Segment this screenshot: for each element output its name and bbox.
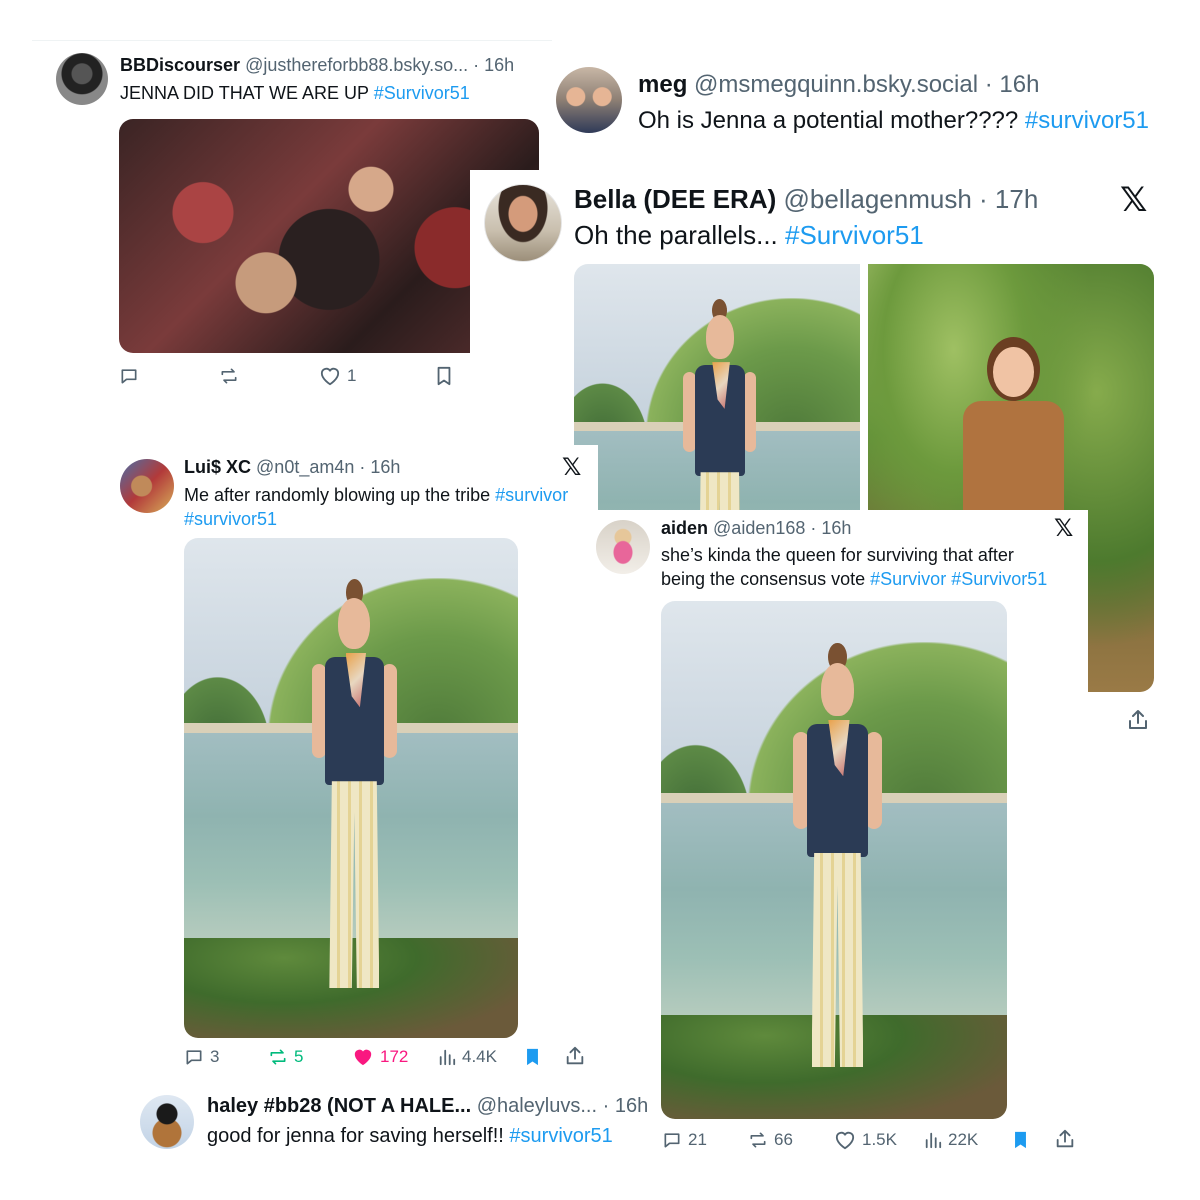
share-icon xyxy=(1056,1129,1074,1148)
reply-count: 21 xyxy=(688,1130,707,1149)
timestamp[interactable]: · 17h xyxy=(979,184,1038,214)
repost-button[interactable]: 66 xyxy=(748,1130,793,1150)
repost-count: 5 xyxy=(294,1047,304,1066)
avatar[interactable] xyxy=(120,459,174,513)
reply-button[interactable]: 21 xyxy=(662,1130,707,1150)
timestamp[interactable]: · 16h xyxy=(603,1095,649,1117)
heart-filled-icon xyxy=(354,1049,372,1066)
like-count: 1 xyxy=(347,366,357,385)
hashtag-link[interactable]: #Survivor51 xyxy=(785,220,924,250)
bookmark-filled-icon xyxy=(527,1048,538,1066)
repost-button[interactable] xyxy=(219,366,239,386)
hashtag-link[interactable]: #survivor51 xyxy=(509,1125,612,1147)
tweet-header: Lui$ XC @n0t_am4n · 16h xyxy=(184,457,400,478)
timestamp[interactable]: · 16h xyxy=(810,518,851,538)
display-name[interactable]: BBDiscourser xyxy=(120,55,240,75)
timestamp[interactable]: · 16h xyxy=(473,55,514,75)
share-button[interactable] xyxy=(564,1045,586,1067)
timestamp[interactable]: · 16h xyxy=(359,457,400,477)
views-icon xyxy=(439,1049,456,1066)
avatar[interactable] xyxy=(484,184,562,262)
tweet-text: Oh the parallels... #Survivor51 xyxy=(574,220,924,250)
tweet-header: Bella (DEE ERA) @bellagenmush · 17h xyxy=(574,184,1038,215)
bookmark-button[interactable] xyxy=(435,366,453,386)
reply-icon xyxy=(121,369,137,384)
x-logo-icon[interactable]: 𝕏 xyxy=(1054,514,1073,542)
reply-count: 3 xyxy=(210,1047,220,1066)
tweet-media-image[interactable] xyxy=(661,601,1007,1119)
hashtag-link[interactable]: #survivor xyxy=(495,485,568,505)
reply-icon xyxy=(186,1050,202,1065)
like-button[interactable]: 1.5K xyxy=(834,1130,897,1150)
x-logo-icon[interactable]: 𝕏 xyxy=(1120,180,1147,220)
tweet-meg[interactable]: meg @msmegquinn.bsky.social · 16h Oh is … xyxy=(542,55,1182,165)
heart-icon xyxy=(320,367,340,386)
views-count: 4.4K xyxy=(462,1047,497,1066)
views-count: 22K xyxy=(948,1130,979,1149)
like-count: 172 xyxy=(380,1047,409,1066)
tweet-luis[interactable]: Lui$ XC @n0t_am4n · 16h 𝕏 Me after rando… xyxy=(108,445,598,1085)
repost-icon xyxy=(750,1132,766,1148)
reply-button[interactable]: 3 xyxy=(184,1047,219,1067)
bookmark-icon xyxy=(437,366,451,386)
views-icon xyxy=(925,1132,942,1149)
like-count: 1.5K xyxy=(862,1130,897,1149)
like-button[interactable]: 172 xyxy=(352,1047,408,1067)
tweet-header: meg @msmegquinn.bsky.social · 16h xyxy=(638,71,1039,99)
reply-icon xyxy=(664,1133,680,1148)
hashtag-link[interactable]: #Survivor xyxy=(870,569,946,589)
share-button[interactable] xyxy=(1054,1128,1076,1150)
repost-icon xyxy=(221,368,237,384)
tweet-media-image[interactable] xyxy=(184,538,518,1038)
reply-button[interactable] xyxy=(119,366,139,386)
display-name[interactable]: Lui$ XC xyxy=(184,457,251,477)
display-name[interactable]: meg xyxy=(638,71,687,98)
bookmark-button[interactable] xyxy=(1012,1130,1029,1150)
views-button[interactable]: 22K xyxy=(924,1130,978,1150)
display-name[interactable]: Bella (DEE ERA) xyxy=(574,184,776,214)
tweet-text: she’s kinda the queen for surviving that… xyxy=(661,545,1048,589)
tweet-text: good for jenna for saving herself!! #sur… xyxy=(207,1125,613,1147)
x-logo-icon[interactable]: 𝕏 xyxy=(562,453,581,481)
tweet-haley[interactable]: haley #bb28 (NOT A HALE... @haleyluvs...… xyxy=(128,1085,648,1165)
repost-count: 66 xyxy=(774,1130,793,1149)
hashtag-link[interactable]: #survivor51 xyxy=(184,509,277,529)
tweet-header: BBDiscourser @justhereforbb88.bsky.so...… xyxy=(120,55,514,76)
tweet-text: JENNA DID THAT WE ARE UP #Survivor51 xyxy=(120,83,470,103)
tweet-text: Oh is Jenna a potential mother???? #surv… xyxy=(638,107,1149,134)
timestamp[interactable]: · 16h xyxy=(985,71,1040,98)
display-name[interactable]: haley #bb28 (NOT A HALE... xyxy=(207,1095,471,1117)
user-handle[interactable]: @haleyluvs... xyxy=(477,1095,597,1117)
tweet-aiden[interactable]: aiden @aiden168 · 16h 𝕏 she’s kinda the … xyxy=(588,510,1088,1170)
like-button[interactable]: 1 xyxy=(319,366,356,386)
avatar[interactable] xyxy=(140,1095,194,1149)
heart-icon xyxy=(835,1131,855,1150)
display-name[interactable]: aiden xyxy=(661,518,708,538)
hashtag-link[interactable]: #Survivor51 xyxy=(951,569,1047,589)
tweet-header: aiden @aiden168 · 16h xyxy=(661,518,851,539)
share-button[interactable] xyxy=(1126,708,1150,732)
repost-button[interactable]: 5 xyxy=(268,1047,303,1067)
share-icon xyxy=(1129,710,1147,729)
share-icon xyxy=(566,1046,584,1065)
views-button[interactable]: 4.4K xyxy=(438,1047,497,1067)
user-handle[interactable]: @msmegquinn.bsky.social xyxy=(694,71,978,98)
tweet-header: haley #bb28 (NOT A HALE... @haleyluvs...… xyxy=(207,1095,648,1118)
avatar[interactable] xyxy=(556,67,622,133)
user-handle[interactable]: @aiden168 xyxy=(713,518,805,538)
bookmark-filled-icon xyxy=(1015,1131,1026,1149)
user-handle[interactable]: @n0t_am4n xyxy=(256,457,354,477)
user-handle[interactable]: @justhereforbb88.bsky.so... xyxy=(245,55,468,75)
hashtag-link[interactable]: #survivor51 xyxy=(1025,107,1149,134)
avatar[interactable] xyxy=(596,520,650,574)
repost-icon xyxy=(270,1049,286,1065)
hashtag-link[interactable]: #Survivor51 xyxy=(374,83,470,103)
avatar[interactable] xyxy=(56,53,108,105)
user-handle[interactable]: @bellagenmush xyxy=(784,184,972,214)
tweet-text: Me after randomly blowing up the tribe #… xyxy=(184,485,569,529)
bookmark-button[interactable] xyxy=(524,1047,541,1067)
